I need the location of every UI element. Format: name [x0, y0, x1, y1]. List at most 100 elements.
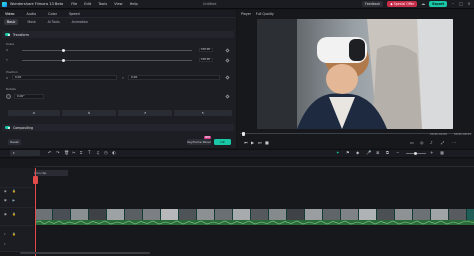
scale-label: Scale — [6, 42, 15, 46]
fullscreen-icon[interactable]: ⤢ — [441, 141, 444, 145]
scale-x-knob[interactable] — [62, 48, 65, 52]
scale-y-value[interactable]: 100.00 — [199, 58, 213, 62]
subtab-mask[interactable]: Mask — [24, 19, 38, 25]
video-clip[interactable] — [35, 209, 474, 220]
feedback-button[interactable]: Feedback — [362, 1, 384, 7]
position-y-input[interactable]: 0.00 — [128, 75, 220, 80]
flip-vertical-icon: ⇅ — [87, 111, 91, 115]
flip-horizontal-button[interactable]: ⇄ — [8, 110, 60, 116]
mic-icon[interactable]: 🎤 — [366, 150, 371, 155]
rotate-dial[interactable] — [6, 94, 11, 99]
audio-waveform[interactable] — [35, 220, 474, 225]
ai-icon[interactable]: ✦ — [336, 150, 340, 155]
track-video-icon[interactable]: ▣ — [4, 198, 7, 202]
play-icon[interactable]: ▶ — [251, 141, 254, 145]
minimize-icon[interactable]: – — [451, 2, 455, 6]
rotate-right-button[interactable]: ↻ — [174, 110, 232, 116]
compositing-section-header[interactable]: Compositing — [2, 124, 234, 131]
snapshot-icon[interactable]: ⧉ — [386, 150, 389, 155]
delete-icon[interactable]: 🗑 — [64, 150, 69, 155]
project-title: Untitled — [203, 2, 217, 6]
timeline-scrollbar[interactable] — [20, 252, 150, 254]
position-x-label: X — [6, 76, 9, 80]
menu-edit[interactable]: Edit — [84, 2, 91, 6]
scale-y-knob[interactable] — [62, 58, 65, 62]
next-frame-icon[interactable]: ⏭ — [258, 141, 262, 145]
video-preview[interactable] — [257, 19, 453, 129]
maximize-icon[interactable]: □ — [459, 2, 463, 6]
tab-video[interactable]: Video — [5, 12, 15, 16]
cloud-icon[interactable]: ☁ — [421, 2, 425, 6]
main-track-lock-icon[interactable]: 🔒 — [12, 212, 16, 216]
playback-progress-handle[interactable] — [242, 131, 245, 136]
track-eye-icon[interactable]: ◉ — [4, 189, 7, 193]
playhead-line[interactable] — [35, 168, 36, 256]
track-lock-icon[interactable]: 🔒 — [12, 189, 16, 193]
zoom-in-icon[interactable]: + — [430, 150, 434, 155]
menu-file[interactable]: File — [71, 2, 77, 6]
audio-track-icon[interactable]: ♪ — [4, 232, 6, 236]
snapshot-icon[interactable]: ◎ — [420, 141, 424, 145]
marker-icon[interactable]: ⚑ — [346, 150, 350, 155]
timeline-ruler[interactable] — [34, 161, 474, 167]
more-icon[interactable]: ⋯ — [452, 141, 456, 145]
scale-y-label: Y — [6, 58, 8, 62]
close-icon[interactable]: × — [467, 2, 471, 6]
undo-icon[interactable]: ↶ — [48, 150, 52, 155]
audio-track-lock-icon[interactable]: 🔒 — [12, 232, 16, 236]
layout-icon[interactable]: ▦ — [440, 150, 444, 155]
track-mute-icon[interactable]: 🔈 — [12, 198, 16, 202]
player-tabs: Player Full Quality — [237, 10, 474, 18]
tab-audio[interactable]: Audio — [27, 12, 37, 16]
audio-icon[interactable]: ♫ — [96, 150, 100, 155]
volume-icon[interactable]: ♪ — [430, 141, 433, 145]
tab-speed[interactable]: Speed — [69, 12, 80, 16]
rotate-left-button[interactable]: ↺ — [118, 110, 172, 116]
title-bar: Wondershare Filmora 13 Beta File Edit To… — [0, 0, 474, 9]
keyframe-panel-button[interactable]: Keyframe Panel — [187, 139, 211, 145]
flip-vertical-button[interactable]: ⇅ — [62, 110, 116, 116]
zoom-slider-handle[interactable] — [414, 151, 417, 155]
rotate-left-icon: ↺ — [143, 111, 147, 115]
reset-button[interactable]: Reset — [8, 139, 21, 145]
audio-track-2-icon[interactable]: ♪ — [4, 242, 6, 246]
transform-toggle[interactable] — [5, 33, 10, 36]
subtab-animation[interactable]: Animation — [69, 19, 91, 25]
speed-icon[interactable]: ◷ — [104, 150, 108, 155]
scale-x-slider[interactable] — [22, 50, 192, 51]
special-offer-button[interactable]: ◆ Special Offer — [387, 1, 418, 7]
crop-icon[interactable]: ⌗ — [80, 150, 82, 155]
display-settings-icon[interactable]: ▭ — [410, 141, 414, 145]
keyframe-icon[interactable]: ◆ — [356, 150, 359, 155]
subtab-basic[interactable]: Basic — [4, 19, 19, 25]
subtab-ai-tools[interactable]: AI Tools — [45, 19, 63, 25]
prev-frame-icon[interactable]: ⏮ — [244, 141, 248, 145]
tab-color[interactable]: Color — [48, 12, 57, 16]
quality-dropdown[interactable]: Full Quality — [256, 12, 274, 16]
position-y-label: Y — [122, 76, 124, 80]
player-tab[interactable]: Player — [241, 12, 251, 16]
menu-view[interactable]: View — [114, 2, 123, 6]
export-button[interactable]: Export — [429, 1, 447, 7]
menu-help[interactable]: Help — [130, 2, 138, 6]
scale-x-value[interactable]: 100.00 — [199, 48, 213, 52]
main-track-icon[interactable]: ▣ — [4, 212, 7, 216]
position-x-input[interactable]: 0.00 — [12, 75, 117, 80]
scale-y-slider[interactable] — [22, 60, 192, 61]
track-header-4 — [0, 226, 34, 252]
layers-icon[interactable]: ≣ — [376, 150, 380, 155]
color-icon[interactable]: ◐ — [112, 150, 116, 155]
menu-tools[interactable]: Tools — [98, 2, 107, 6]
track-select-dropdown[interactable]: ▾ — [10, 150, 40, 156]
text-icon[interactable]: T — [88, 150, 91, 155]
transform-label: Transform — [13, 32, 29, 37]
compositing-toggle[interactable] — [5, 126, 10, 129]
redo-icon[interactable]: ↷ — [56, 150, 60, 155]
stop-icon[interactable]: ■ — [265, 141, 269, 145]
rotate-input[interactable]: 0.00° — [14, 94, 44, 99]
zoom-out-icon[interactable]: − — [396, 150, 400, 155]
ok-button[interactable]: OK — [214, 139, 231, 145]
cut-icon[interactable]: ✂ — [72, 150, 76, 155]
transform-section-header[interactable]: Transform — [2, 31, 234, 38]
panel-subtabs: Basic Mask AI Tools Animation — [0, 18, 236, 26]
